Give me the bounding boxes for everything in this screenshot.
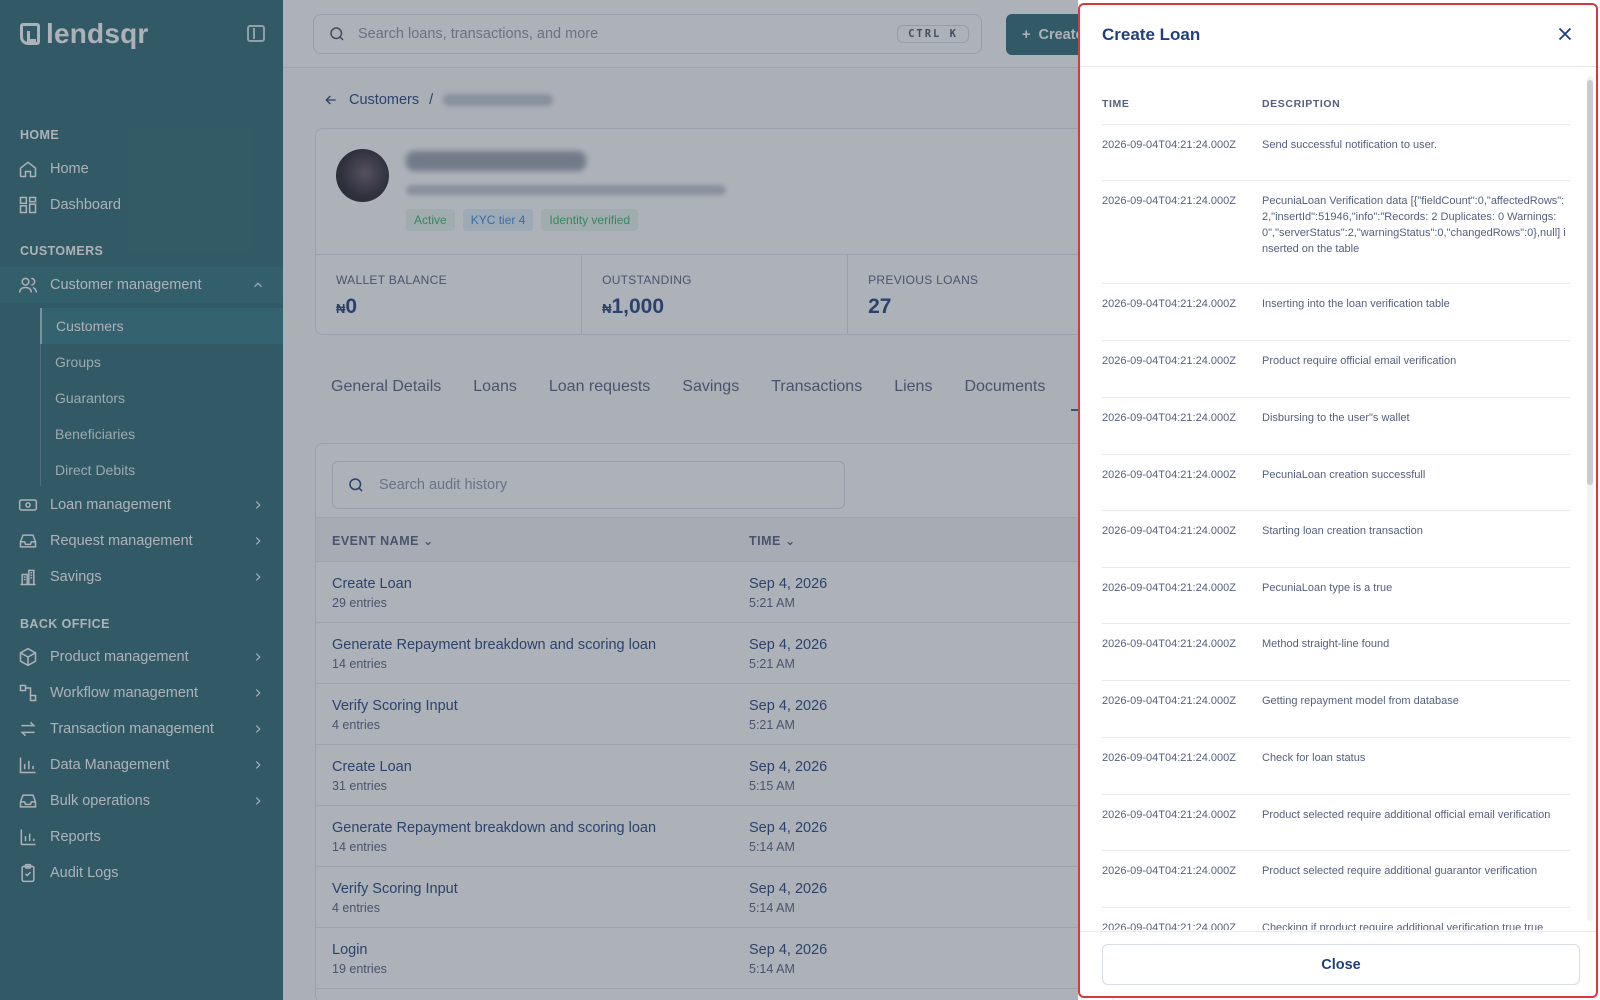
log-row: 2026-09-04T04:21:24.000Z PecuniaLoan type… bbox=[1102, 567, 1570, 623]
log-time: 2026-09-04T04:21:24.000Z bbox=[1102, 525, 1236, 537]
log-time: 2026-09-04T04:21:24.000Z bbox=[1102, 139, 1236, 151]
log-row: 2026-09-04T04:21:24.000Z Check for loan s… bbox=[1102, 737, 1570, 794]
log-row: 2026-09-04T04:21:24.000Z PecuniaLoan Veri… bbox=[1102, 180, 1570, 283]
create-loan-drawer: Create Loan TIME DESCRIPTION 2026-09-04T… bbox=[1078, 3, 1598, 998]
log-row: 2026-09-04T04:21:24.000Z Inserting into t… bbox=[1102, 283, 1570, 340]
log-description: Product require official email verificat… bbox=[1262, 355, 1457, 367]
column-header-time: TIME bbox=[1102, 98, 1130, 110]
log-description: Method straight-line found bbox=[1262, 638, 1390, 650]
log-row: 2026-09-04T04:21:24.000Z Send successful … bbox=[1102, 124, 1570, 180]
log-description: Starting loan creation transaction bbox=[1262, 525, 1423, 537]
column-header-description: DESCRIPTION bbox=[1262, 98, 1341, 110]
log-row: 2026-09-04T04:21:24.000Z Product selected… bbox=[1102, 850, 1570, 907]
log-row: 2026-09-04T04:21:24.000Z Getting repaymen… bbox=[1102, 680, 1570, 737]
drawer-scrollbar[interactable] bbox=[1587, 76, 1593, 921]
log-time: 2026-09-04T04:21:24.000Z bbox=[1102, 922, 1236, 930]
log-row: 2026-09-04T04:21:24.000Z Product require … bbox=[1102, 340, 1570, 397]
log-description: PecuniaLoan type is a true bbox=[1262, 582, 1393, 594]
log-time: 2026-09-04T04:21:24.000Z bbox=[1102, 638, 1236, 650]
drawer-header: Create Loan bbox=[1080, 5, 1596, 67]
log-description: Disbursing to the user"s wallet bbox=[1262, 412, 1410, 424]
log-time: 2026-09-04T04:21:24.000Z bbox=[1102, 355, 1236, 367]
log-row: 2026-09-04T04:21:24.000Z Method straight-… bbox=[1102, 623, 1570, 680]
log-time: 2026-09-04T04:21:24.000Z bbox=[1102, 865, 1236, 877]
drawer-footer: Close bbox=[1080, 931, 1596, 998]
close-icon[interactable] bbox=[1554, 23, 1576, 45]
log-description: PecuniaLoan creation successfull bbox=[1262, 469, 1426, 481]
log-row: 2026-09-04T04:21:24.000Z Disbursing to th… bbox=[1102, 397, 1570, 454]
log-description: Send successful notification to user. bbox=[1262, 139, 1437, 151]
log-row: 2026-09-04T04:21:24.000Z Starting loan cr… bbox=[1102, 510, 1570, 567]
log-time: 2026-09-04T04:21:24.000Z bbox=[1102, 752, 1236, 764]
log-description: PecuniaLoan Verification data [{"fieldCo… bbox=[1262, 195, 1566, 255]
log-time: 2026-09-04T04:21:24.000Z bbox=[1102, 298, 1236, 310]
log-description: Checking if product require additional v… bbox=[1262, 922, 1544, 930]
modal-backdrop[interactable] bbox=[0, 0, 1078, 1000]
log-description: Product selected require additional guar… bbox=[1262, 865, 1538, 877]
log-description: Check for loan status bbox=[1262, 752, 1366, 764]
log-description: Product selected require additional offi… bbox=[1262, 809, 1551, 821]
close-button[interactable]: Close bbox=[1102, 944, 1580, 985]
log-description: Inserting into the loan verification tab… bbox=[1262, 298, 1450, 310]
log-time: 2026-09-04T04:21:24.000Z bbox=[1102, 809, 1236, 821]
drawer-title: Create Loan bbox=[1102, 25, 1201, 44]
drawer-log-list: TIME DESCRIPTION 2026-09-04T04:21:24.000… bbox=[1080, 68, 1596, 930]
scrollbar-thumb[interactable] bbox=[1587, 80, 1593, 485]
log-time: 2026-09-04T04:21:24.000Z bbox=[1102, 469, 1236, 481]
log-time: 2026-09-04T04:21:24.000Z bbox=[1102, 412, 1236, 424]
log-time: 2026-09-04T04:21:24.000Z bbox=[1102, 582, 1236, 594]
log-time: 2026-09-04T04:21:24.000Z bbox=[1102, 195, 1236, 207]
log-description: Getting repayment model from database bbox=[1262, 695, 1459, 707]
log-time: 2026-09-04T04:21:24.000Z bbox=[1102, 695, 1236, 707]
log-row: 2026-09-04T04:21:24.000Z PecuniaLoan crea… bbox=[1102, 454, 1570, 510]
log-row: 2026-09-04T04:21:24.000Z Product selected… bbox=[1102, 794, 1570, 850]
log-row: 2026-09-04T04:21:24.000Z Checking if prod… bbox=[1102, 907, 1570, 930]
